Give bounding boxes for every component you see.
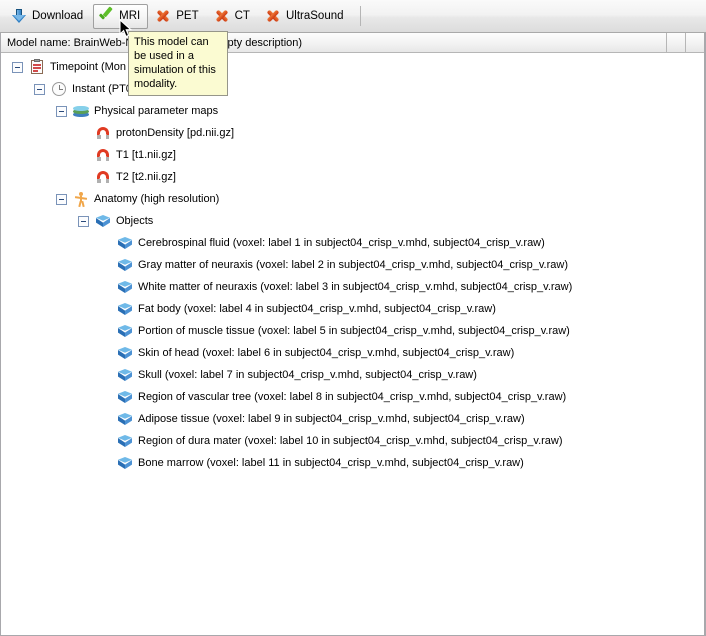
clock-icon	[51, 81, 67, 97]
tree-row[interactable]: Region of vascular tree (voxel: label 8 …	[1, 386, 704, 408]
toolbar-button-label: PET	[176, 10, 199, 22]
cube-icon	[117, 433, 133, 449]
tree-row[interactable]: Timepoint (Mon Dec ... 100 2012)	[1, 56, 704, 78]
tree-row-label: Cerebrospinal fluid (voxel: label 1 in s…	[138, 237, 545, 249]
model-name-header[interactable]: Model name: BrainWeb-Normal-...-maps (Em…	[1, 33, 667, 52]
cube-icon	[117, 367, 133, 383]
tree-row[interactable]: Fat body (voxel: label 4 in subject04_cr…	[1, 298, 704, 320]
cube-icon	[117, 345, 133, 361]
tree-row-label: T2 [t2.nii.gz]	[116, 171, 176, 183]
magnet-icon	[95, 125, 111, 141]
cube-icon	[117, 301, 133, 317]
toolbar-separator	[359, 6, 361, 26]
toolbar-button-download[interactable]: Download	[6, 4, 91, 29]
green-check-icon	[98, 8, 114, 24]
column-header-tail	[686, 33, 704, 52]
collapse-toggle-icon[interactable]	[34, 83, 45, 95]
cube-icon	[117, 389, 133, 405]
cube-icon	[117, 455, 133, 471]
tree-row-label: Physical parameter maps	[94, 105, 219, 117]
tree-row[interactable]: Adipose tissue (voxel: label 9 in subjec…	[1, 408, 704, 430]
tree-row[interactable]: Cerebrospinal fluid (voxel: label 1 in s…	[1, 232, 704, 254]
tree-row-label: Objects	[116, 215, 154, 227]
tree-row[interactable]: Skull (voxel: label 7 in subject04_crisp…	[1, 364, 704, 386]
toolbar: Download MRI PET CT UltraSound	[0, 0, 706, 33]
tree-row-label: Region of vascular tree (voxel: label 8 …	[138, 391, 567, 403]
toolbar-button-label: CT	[234, 10, 250, 22]
tree-row-label: Bone marrow (voxel: label 11 in subject0…	[138, 457, 524, 469]
tree-row[interactable]: Objects	[1, 210, 704, 232]
collapse-toggle-icon[interactable]	[56, 193, 67, 205]
tree-row[interactable]: Portion of muscle tissue (voxel: label 5…	[1, 320, 704, 342]
layers-icon	[73, 103, 89, 119]
toolbar-button-label: Download	[32, 10, 84, 22]
tree-row-label: protonDensity [pd.nii.gz]	[116, 127, 235, 139]
model-panel: Model name: BrainWeb-Normal-...-maps (Em…	[0, 33, 706, 636]
tree-row[interactable]: White matter of neuraxis (voxel: label 3…	[1, 276, 704, 298]
cube-icon	[117, 279, 133, 295]
tree-row-label: Skin of head (voxel: label 6 in subject0…	[138, 347, 515, 359]
red-x-icon	[265, 8, 281, 24]
tree-row-label: Gray matter of neuraxis (voxel: label 2 …	[138, 259, 569, 271]
toolbar-button-mri[interactable]: MRI	[93, 3, 149, 29]
tree-row[interactable]: Bone marrow (voxel: label 11 in subject0…	[1, 452, 704, 474]
column-header-secondary[interactable]	[667, 33, 686, 52]
red-x-icon	[214, 8, 230, 24]
tree-row[interactable]: T2 [t2.nii.gz]	[1, 166, 704, 188]
tree-row[interactable]: Instant (PT0S)	[1, 78, 704, 100]
tooltip-text: This model can be used in a simulation o…	[134, 36, 216, 90]
tree-row-label: Anatomy (high resolution)	[94, 193, 220, 205]
tree-row[interactable]: Anatomy (high resolution)	[1, 188, 704, 210]
tree-row[interactable]: Skin of head (voxel: label 6 in subject0…	[1, 342, 704, 364]
tree-row[interactable]: T1 [t1.nii.gz]	[1, 144, 704, 166]
collapse-toggle-icon[interactable]	[78, 215, 89, 227]
toolbar-button-pet[interactable]: PET	[150, 4, 206, 29]
toolbar-button-label: MRI	[119, 10, 141, 22]
tree-row-label: Region of dura mater (voxel: label 10 in…	[138, 435, 563, 447]
column-header-row: Model name: BrainWeb-Normal-...-maps (Em…	[1, 33, 704, 53]
tree-row[interactable]: Gray matter of neuraxis (voxel: label 2 …	[1, 254, 704, 276]
magnet-icon	[95, 169, 111, 185]
magnet-icon	[95, 147, 111, 163]
collapse-toggle-icon[interactable]	[56, 105, 67, 117]
red-x-icon	[155, 8, 171, 24]
cube-icon	[117, 411, 133, 427]
tree-row-label: Fat body (voxel: label 4 in subject04_cr…	[138, 303, 496, 315]
tree-row[interactable]: Region of dura mater (voxel: label 10 in…	[1, 430, 704, 452]
person-icon	[73, 191, 89, 208]
tree-row[interactable]: Physical parameter maps	[1, 100, 704, 122]
tree-row[interactable]: protonDensity [pd.nii.gz]	[1, 122, 704, 144]
toolbar-button-ct[interactable]: CT	[209, 4, 258, 29]
clipboard-icon	[29, 59, 45, 75]
tree-row-label: Skull (voxel: label 7 in subject04_crisp…	[138, 369, 477, 381]
cube-icon	[117, 257, 133, 273]
cube-icon	[117, 235, 133, 251]
cube-icon	[95, 213, 111, 229]
toolbar-button-ultrasound[interactable]: UltraSound	[260, 4, 352, 29]
collapse-toggle-icon[interactable]	[12, 61, 23, 73]
tree-row-label: Portion of muscle tissue (voxel: label 5…	[138, 325, 570, 337]
toolbar-button-label: UltraSound	[285, 10, 344, 22]
tooltip: This model can be used in a simulation o…	[128, 31, 228, 96]
model-tree: Timepoint (Mon Dec ... 100 2012)Instant …	[1, 53, 704, 474]
download-arrow-icon	[11, 8, 27, 24]
tree-row-label: T1 [t1.nii.gz]	[116, 149, 176, 161]
tree-row-label: White matter of neuraxis (voxel: label 3…	[138, 281, 573, 293]
tree-row-label: Adipose tissue (voxel: label 9 in subjec…	[138, 413, 525, 425]
cube-icon	[117, 323, 133, 339]
